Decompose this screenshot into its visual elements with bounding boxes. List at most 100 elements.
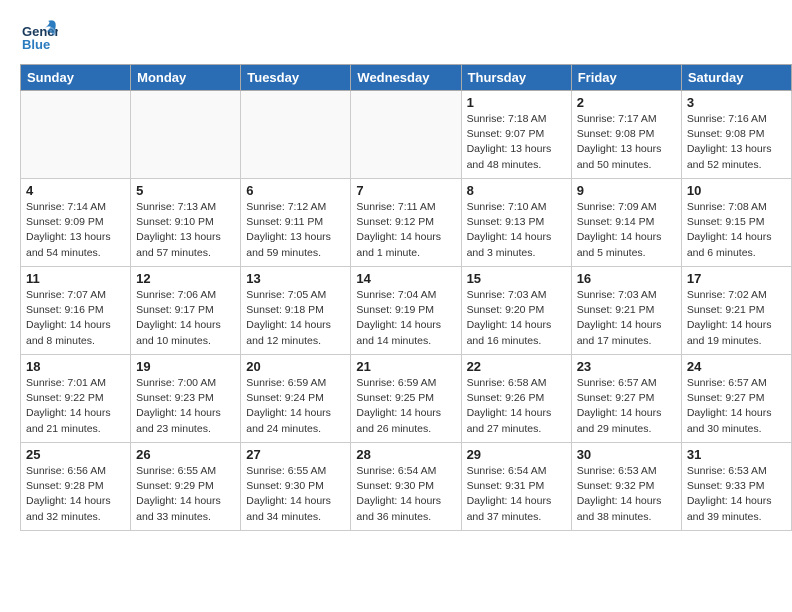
page-header: General Blue	[0, 0, 792, 58]
calendar-cell	[241, 91, 351, 179]
calendar-cell	[351, 91, 461, 179]
calendar-cell: 4Sunrise: 7:14 AM Sunset: 9:09 PM Daylig…	[21, 179, 131, 267]
day-info: Sunrise: 7:07 AM Sunset: 9:16 PM Dayligh…	[26, 288, 125, 349]
day-info: Sunrise: 6:56 AM Sunset: 9:28 PM Dayligh…	[26, 464, 125, 525]
day-number: 3	[687, 95, 786, 110]
day-number: 12	[136, 271, 235, 286]
calendar-week-5: 25 Sunrise: 6:56 AM Sunset: 9:28 PM Dayli…	[21, 443, 792, 531]
day-number: 7	[356, 183, 455, 198]
day-info: Sunrise: 6:54 AM Sunset: 9:30 PM Dayligh…	[356, 464, 455, 525]
day-number: 9	[577, 183, 676, 198]
day-number: 13	[246, 271, 345, 286]
day-info: Sunrise: 7:13 AM Sunset: 9:10 PM Dayligh…	[136, 200, 235, 261]
day-info: Sunrise: 6:55 AM Sunset: 9:30 PM Dayligh…	[246, 464, 345, 525]
day-number: 19	[136, 359, 235, 374]
day-info: Sunrise: 7:18 AM Sunset: 9:07 PM Dayligh…	[467, 112, 566, 173]
day-info: Sunrise: 7:02 AM Sunset: 9:21 PM Dayligh…	[687, 288, 786, 349]
day-info: Sunrise: 7:08 AM Sunset: 9:15 PM Dayligh…	[687, 200, 786, 261]
day-number: 16	[577, 271, 676, 286]
calendar-cell: 16 Sunrise: 7:03 AM Sunset: 9:21 PM Dayli…	[571, 267, 681, 355]
calendar-cell: 18 Sunrise: 7:01 AM Sunset: 9:22 PM Dayli…	[21, 355, 131, 443]
day-number: 8	[467, 183, 566, 198]
day-number: 20	[246, 359, 345, 374]
calendar-cell: 23Sunrise: 6:57 AM Sunset: 9:27 PM Dayli…	[571, 355, 681, 443]
day-number: 26	[136, 447, 235, 462]
calendar-cell: 31Sunrise: 6:53 AM Sunset: 9:33 PM Dayli…	[681, 443, 791, 531]
calendar-cell: 2Sunrise: 7:17 AM Sunset: 9:08 PM Daylig…	[571, 91, 681, 179]
calendar-cell: 28 Sunrise: 6:54 AM Sunset: 9:30 PM Dayli…	[351, 443, 461, 531]
day-info: Sunrise: 7:16 AM Sunset: 9:08 PM Dayligh…	[687, 112, 786, 173]
calendar-cell: 22Sunrise: 6:58 AM Sunset: 9:26 PM Dayli…	[461, 355, 571, 443]
day-number: 25	[26, 447, 125, 462]
col-header-saturday: Saturday	[681, 65, 791, 91]
col-header-wednesday: Wednesday	[351, 65, 461, 91]
col-header-thursday: Thursday	[461, 65, 571, 91]
day-number: 18	[26, 359, 125, 374]
day-info: Sunrise: 7:09 AM Sunset: 9:14 PM Dayligh…	[577, 200, 676, 261]
calendar-cell: 30Sunrise: 6:53 AM Sunset: 9:32 PM Dayli…	[571, 443, 681, 531]
day-info: Sunrise: 7:10 AM Sunset: 9:13 PM Dayligh…	[467, 200, 566, 261]
day-info: Sunrise: 7:03 AM Sunset: 9:21 PM Dayligh…	[577, 288, 676, 349]
calendar-cell: 7 Sunrise: 7:11 AM Sunset: 9:12 PM Daylig…	[351, 179, 461, 267]
calendar-cell: 26 Sunrise: 6:55 AM Sunset: 9:29 PM Dayli…	[131, 443, 241, 531]
day-number: 14	[356, 271, 455, 286]
calendar: SundayMondayTuesdayWednesdayThursdayFrid…	[20, 64, 792, 531]
calendar-cell: 12 Sunrise: 7:06 AM Sunset: 9:17 PM Dayli…	[131, 267, 241, 355]
col-header-sunday: Sunday	[21, 65, 131, 91]
calendar-cell: 14 Sunrise: 7:04 AM Sunset: 9:19 PM Dayli…	[351, 267, 461, 355]
calendar-cell: 11 Sunrise: 7:07 AM Sunset: 9:16 PM Dayli…	[21, 267, 131, 355]
day-info: Sunrise: 7:04 AM Sunset: 9:19 PM Dayligh…	[356, 288, 455, 349]
day-number: 24	[687, 359, 786, 374]
calendar-cell: 17Sunrise: 7:02 AM Sunset: 9:21 PM Dayli…	[681, 267, 791, 355]
day-number: 15	[467, 271, 566, 286]
day-info: Sunrise: 7:12 AM Sunset: 9:11 PM Dayligh…	[246, 200, 345, 261]
calendar-cell: 5 Sunrise: 7:13 AM Sunset: 9:10 PM Daylig…	[131, 179, 241, 267]
logo-icon: General Blue	[20, 16, 58, 54]
day-info: Sunrise: 7:03 AM Sunset: 9:20 PM Dayligh…	[467, 288, 566, 349]
col-header-tuesday: Tuesday	[241, 65, 351, 91]
day-number: 28	[356, 447, 455, 462]
calendar-cell: 21 Sunrise: 6:59 AM Sunset: 9:25 PM Dayli…	[351, 355, 461, 443]
calendar-header: SundayMondayTuesdayWednesdayThursdayFrid…	[21, 65, 792, 91]
day-number: 23	[577, 359, 676, 374]
calendar-cell: 24Sunrise: 6:57 AM Sunset: 9:27 PM Dayli…	[681, 355, 791, 443]
calendar-cell: 19 Sunrise: 7:00 AM Sunset: 9:23 PM Dayli…	[131, 355, 241, 443]
day-info: Sunrise: 6:53 AM Sunset: 9:33 PM Dayligh…	[687, 464, 786, 525]
calendar-cell: 27Sunrise: 6:55 AM Sunset: 9:30 PM Dayli…	[241, 443, 351, 531]
day-info: Sunrise: 7:11 AM Sunset: 9:12 PM Dayligh…	[356, 200, 455, 261]
calendar-wrapper: SundayMondayTuesdayWednesdayThursdayFrid…	[0, 64, 792, 541]
svg-text:Blue: Blue	[22, 37, 50, 52]
day-number: 11	[26, 271, 125, 286]
day-number: 21	[356, 359, 455, 374]
day-number: 1	[467, 95, 566, 110]
calendar-week-1: 1 Sunrise: 7:18 AM Sunset: 9:07 PM Daylig…	[21, 91, 792, 179]
day-number: 6	[246, 183, 345, 198]
calendar-cell	[131, 91, 241, 179]
calendar-week-4: 18 Sunrise: 7:01 AM Sunset: 9:22 PM Dayli…	[21, 355, 792, 443]
calendar-cell: 8 Sunrise: 7:10 AM Sunset: 9:13 PM Daylig…	[461, 179, 571, 267]
calendar-cell: 20 Sunrise: 6:59 AM Sunset: 9:24 PM Dayli…	[241, 355, 351, 443]
day-info: Sunrise: 7:17 AM Sunset: 9:08 PM Dayligh…	[577, 112, 676, 173]
day-number: 22	[467, 359, 566, 374]
day-number: 5	[136, 183, 235, 198]
calendar-cell	[21, 91, 131, 179]
day-info: Sunrise: 6:59 AM Sunset: 9:25 PM Dayligh…	[356, 376, 455, 437]
logo: General Blue	[20, 16, 64, 54]
calendar-cell: 9 Sunrise: 7:09 AM Sunset: 9:14 PM Daylig…	[571, 179, 681, 267]
day-info: Sunrise: 6:59 AM Sunset: 9:24 PM Dayligh…	[246, 376, 345, 437]
calendar-week-2: 4Sunrise: 7:14 AM Sunset: 9:09 PM Daylig…	[21, 179, 792, 267]
day-number: 10	[687, 183, 786, 198]
calendar-cell: 13Sunrise: 7:05 AM Sunset: 9:18 PM Dayli…	[241, 267, 351, 355]
day-info: Sunrise: 7:06 AM Sunset: 9:17 PM Dayligh…	[136, 288, 235, 349]
day-info: Sunrise: 7:00 AM Sunset: 9:23 PM Dayligh…	[136, 376, 235, 437]
col-header-monday: Monday	[131, 65, 241, 91]
day-info: Sunrise: 7:01 AM Sunset: 9:22 PM Dayligh…	[26, 376, 125, 437]
calendar-cell: 29Sunrise: 6:54 AM Sunset: 9:31 PM Dayli…	[461, 443, 571, 531]
day-info: Sunrise: 6:55 AM Sunset: 9:29 PM Dayligh…	[136, 464, 235, 525]
col-header-friday: Friday	[571, 65, 681, 91]
calendar-cell: 25 Sunrise: 6:56 AM Sunset: 9:28 PM Dayli…	[21, 443, 131, 531]
day-number: 30	[577, 447, 676, 462]
calendar-cell: 15 Sunrise: 7:03 AM Sunset: 9:20 PM Dayli…	[461, 267, 571, 355]
day-info: Sunrise: 7:14 AM Sunset: 9:09 PM Dayligh…	[26, 200, 125, 261]
day-info: Sunrise: 6:54 AM Sunset: 9:31 PM Dayligh…	[467, 464, 566, 525]
